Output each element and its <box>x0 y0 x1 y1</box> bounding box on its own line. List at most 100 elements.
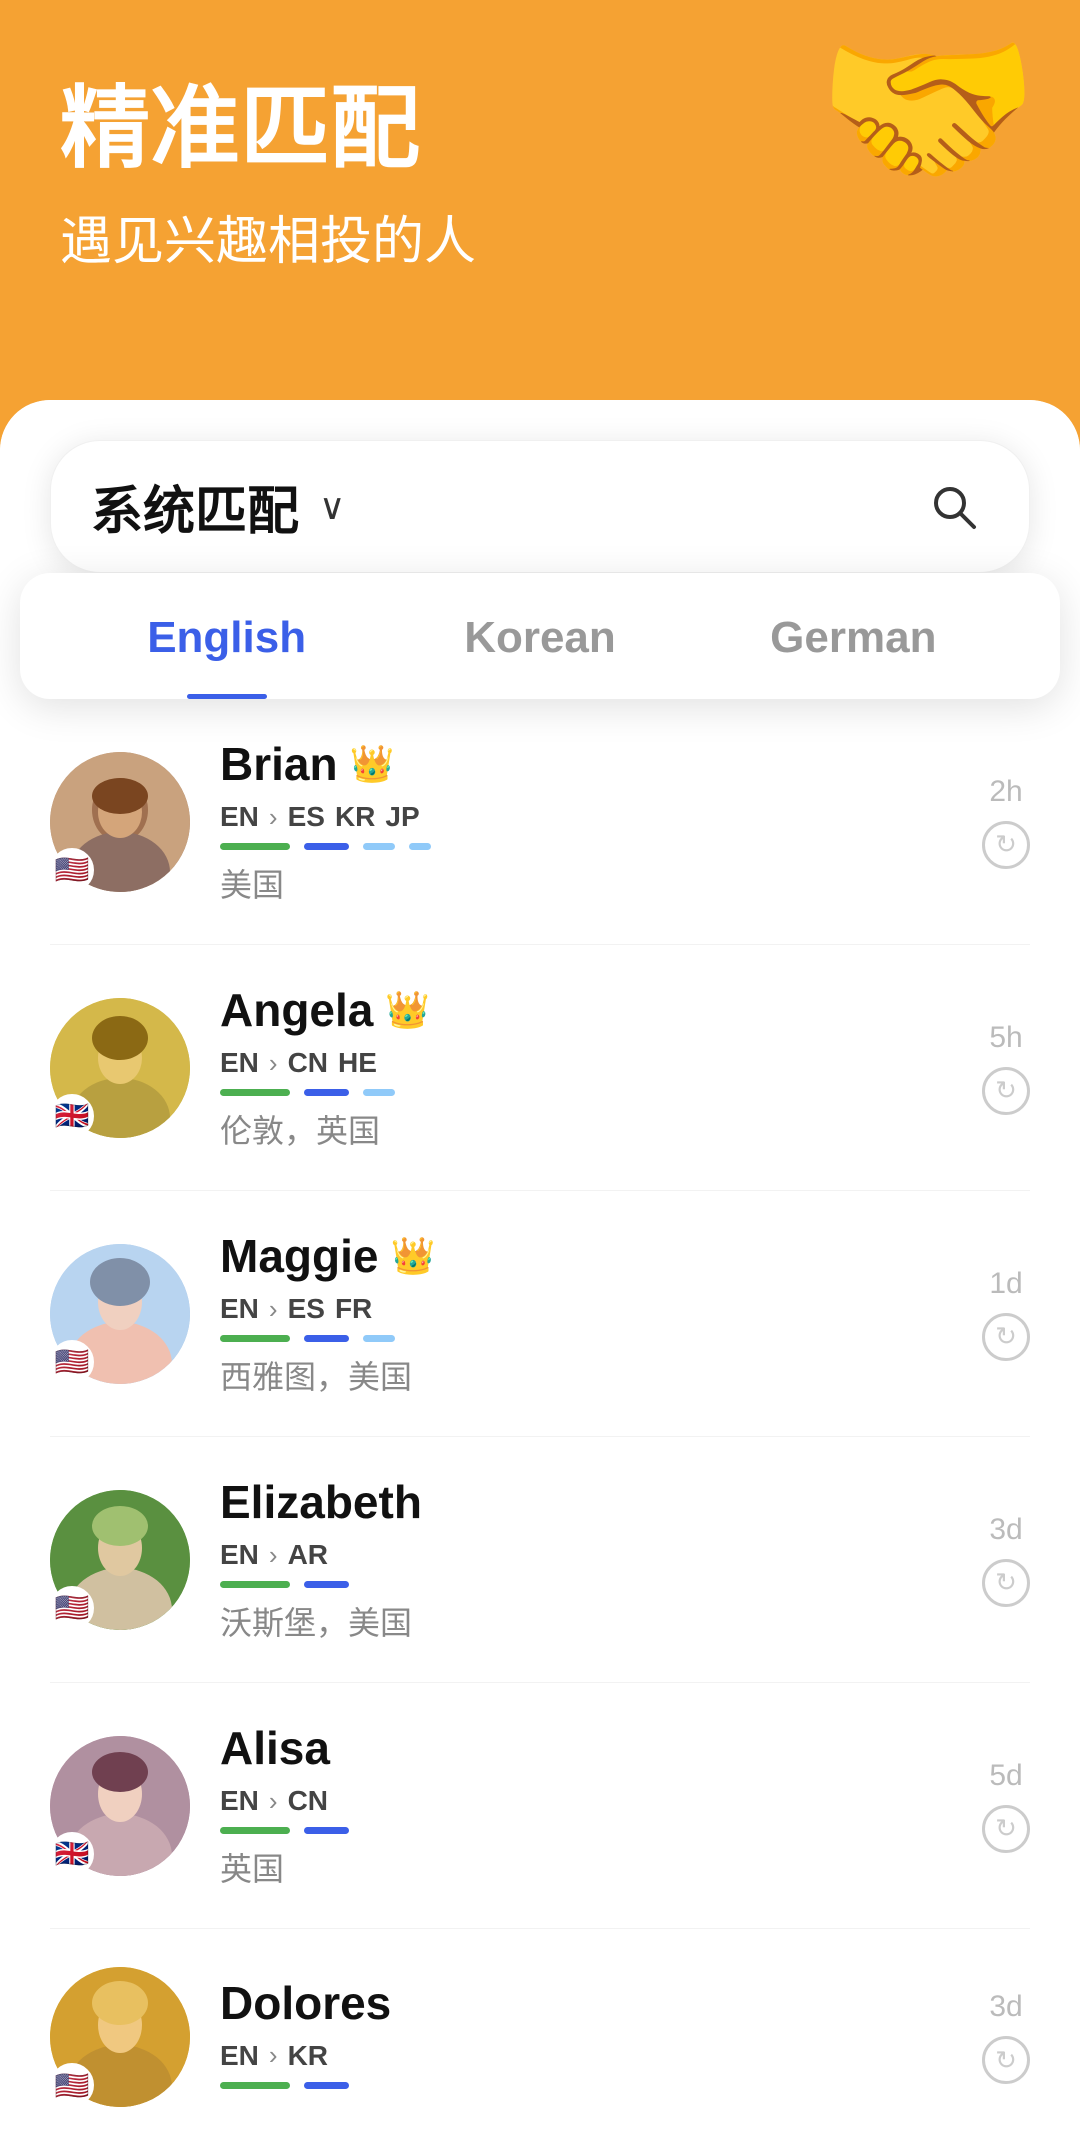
user-info: Elizabeth EN › AR 沃斯堡，美国 <box>220 1475 952 1644</box>
user-info: Alisa EN › CN 英国 <box>220 1721 952 1890</box>
lang-tags-row: EN › KR <box>220 2040 952 2072</box>
arrow-icon: › <box>269 802 278 833</box>
tab-korean[interactable]: Korean <box>383 573 696 699</box>
user-location: 沃斯堡，美国 <box>220 1598 952 1644</box>
lang-tag: EN <box>220 801 259 833</box>
lang-tag: CN <box>288 1047 328 1079</box>
hero-subtitle: 遇见兴趣相投的人 <box>60 199 1020 274</box>
avatar-wrapper: 🇺🇸 <box>50 1490 190 1630</box>
user-name-row: Alisa <box>220 1721 952 1775</box>
time-text: 5h <box>989 1021 1022 1055</box>
user-name: Brian <box>220 737 338 791</box>
proficiency-bar <box>304 1089 349 1096</box>
refresh-icon[interactable]: ↻ <box>982 1313 1030 1361</box>
list-item[interactable]: 🇬🇧 Angela 👑 EN › CN HE 伦敦，英国 <box>50 945 1030 1191</box>
user-meta: 1d ↻ <box>982 1267 1030 1361</box>
user-info: Dolores EN › KR <box>220 1976 952 2099</box>
proficiency-bar <box>363 1335 395 1342</box>
flag-badge: 🇬🇧 <box>50 1094 94 1138</box>
refresh-icon[interactable]: ↻ <box>982 1559 1030 1607</box>
flag-badge: 🇺🇸 <box>50 1586 94 1630</box>
user-meta: 5h ↻ <box>982 1021 1030 1115</box>
lang-tag: ES <box>288 1293 325 1325</box>
user-meta: 5d ↻ <box>982 1759 1030 1853</box>
lang-tag: KR <box>288 2040 328 2072</box>
lang-bars <box>220 1335 952 1342</box>
lang-bars <box>220 1827 952 1834</box>
tab-english[interactable]: English <box>70 573 383 699</box>
proficiency-bar <box>304 2082 349 2089</box>
time-text: 3d <box>989 1513 1022 1547</box>
proficiency-bar <box>304 1827 349 1834</box>
lang-tags-row: EN › AR <box>220 1539 952 1571</box>
lang-tags-row: EN › ES KR JP <box>220 801 952 833</box>
lang-bars <box>220 2082 952 2089</box>
list-item[interactable]: 🇺🇸 Maggie 👑 EN › ES FR 西雅图，美 <box>50 1191 1030 1437</box>
flag-badge: 🇺🇸 <box>50 1340 94 1384</box>
crown-icon: 👑 <box>385 989 430 1031</box>
lang-tag: EN <box>220 1539 259 1571</box>
user-info: Brian 👑 EN › ES KR JP 美国 <box>220 737 952 906</box>
refresh-icon[interactable]: ↻ <box>982 821 1030 869</box>
proficiency-bar <box>363 1089 395 1096</box>
handshake-illustration: 🤝 <box>816 20 1040 200</box>
lang-bars <box>220 1089 952 1096</box>
lang-tag: KR <box>335 801 375 833</box>
chevron-down-icon[interactable]: ∨ <box>319 486 345 528</box>
user-name-row: Dolores <box>220 1976 952 2030</box>
crown-icon: 👑 <box>350 743 395 785</box>
list-item[interactable]: 🇺🇸 Elizabeth EN › AR 沃斯堡，美国 3d <box>50 1437 1030 1683</box>
user-name-row: Elizabeth <box>220 1475 952 1529</box>
crown-icon: 👑 <box>390 1235 435 1277</box>
proficiency-bar <box>304 1581 349 1588</box>
search-bar[interactable]: 系统匹配 ∨ <box>50 440 1030 573</box>
time-text: 2h <box>989 775 1022 809</box>
list-item[interactable]: 🇬🇧 Alisa EN › CN 英国 5d ↻ <box>50 1683 1030 1929</box>
user-name: Alisa <box>220 1721 330 1775</box>
user-info: Angela 👑 EN › CN HE 伦敦，英国 <box>220 983 952 1152</box>
refresh-icon[interactable]: ↻ <box>982 1067 1030 1115</box>
search-bar-left: 系统匹配 ∨ <box>91 469 345 544</box>
user-name: Elizabeth <box>220 1475 422 1529</box>
search-bar-title: 系统匹配 <box>91 469 299 544</box>
proficiency-bar <box>363 843 395 850</box>
list-item[interactable]: 🇺🇸 Dolores EN › KR 3d ↻ <box>50 1929 1030 2145</box>
tab-german[interactable]: German <box>697 573 1010 699</box>
flag-badge: 🇺🇸 <box>50 2063 94 2107</box>
avatar-wrapper: 🇺🇸 <box>50 1244 190 1384</box>
arrow-icon: › <box>269 1540 278 1571</box>
lang-tag: FR <box>335 1293 372 1325</box>
lang-tags-row: EN › ES FR <box>220 1293 952 1325</box>
lang-tag: HE <box>338 1047 377 1079</box>
user-location: 美国 <box>220 860 952 906</box>
lang-tag: ES <box>288 801 325 833</box>
proficiency-bar <box>304 843 349 850</box>
avatar-wrapper: 🇬🇧 <box>50 998 190 1138</box>
arrow-icon: › <box>269 1786 278 1817</box>
refresh-icon[interactable]: ↻ <box>982 2036 1030 2084</box>
user-meta: 2h ↻ <box>982 775 1030 869</box>
list-item[interactable]: 🇺🇸 Brian 👑 EN › ES KR JP <box>50 699 1030 945</box>
search-button[interactable] <box>919 472 989 542</box>
lang-bars <box>220 843 952 850</box>
refresh-icon[interactable]: ↻ <box>982 1805 1030 1853</box>
lang-tag: AR <box>288 1539 328 1571</box>
proficiency-bar <box>220 843 290 850</box>
lang-tag: EN <box>220 1293 259 1325</box>
user-location: 伦敦，英国 <box>220 1106 952 1152</box>
lang-tag: JP <box>385 801 419 833</box>
proficiency-bar <box>304 1335 349 1342</box>
flag-badge: 🇬🇧 <box>50 1832 94 1876</box>
proficiency-bar <box>220 1827 290 1834</box>
user-list: 🇺🇸 Brian 👑 EN › ES KR JP <box>0 699 1080 2145</box>
lang-tag: CN <box>288 1785 328 1817</box>
arrow-icon: › <box>269 1048 278 1079</box>
avatar-wrapper: 🇺🇸 <box>50 752 190 892</box>
proficiency-bar <box>220 1089 290 1096</box>
lang-tags-row: EN › CN HE <box>220 1047 952 1079</box>
user-name-row: Maggie 👑 <box>220 1229 952 1283</box>
flag-badge: 🇺🇸 <box>50 848 94 892</box>
time-text: 3d <box>989 1990 1022 2024</box>
lang-bars <box>220 1581 952 1588</box>
arrow-icon: › <box>269 1294 278 1325</box>
